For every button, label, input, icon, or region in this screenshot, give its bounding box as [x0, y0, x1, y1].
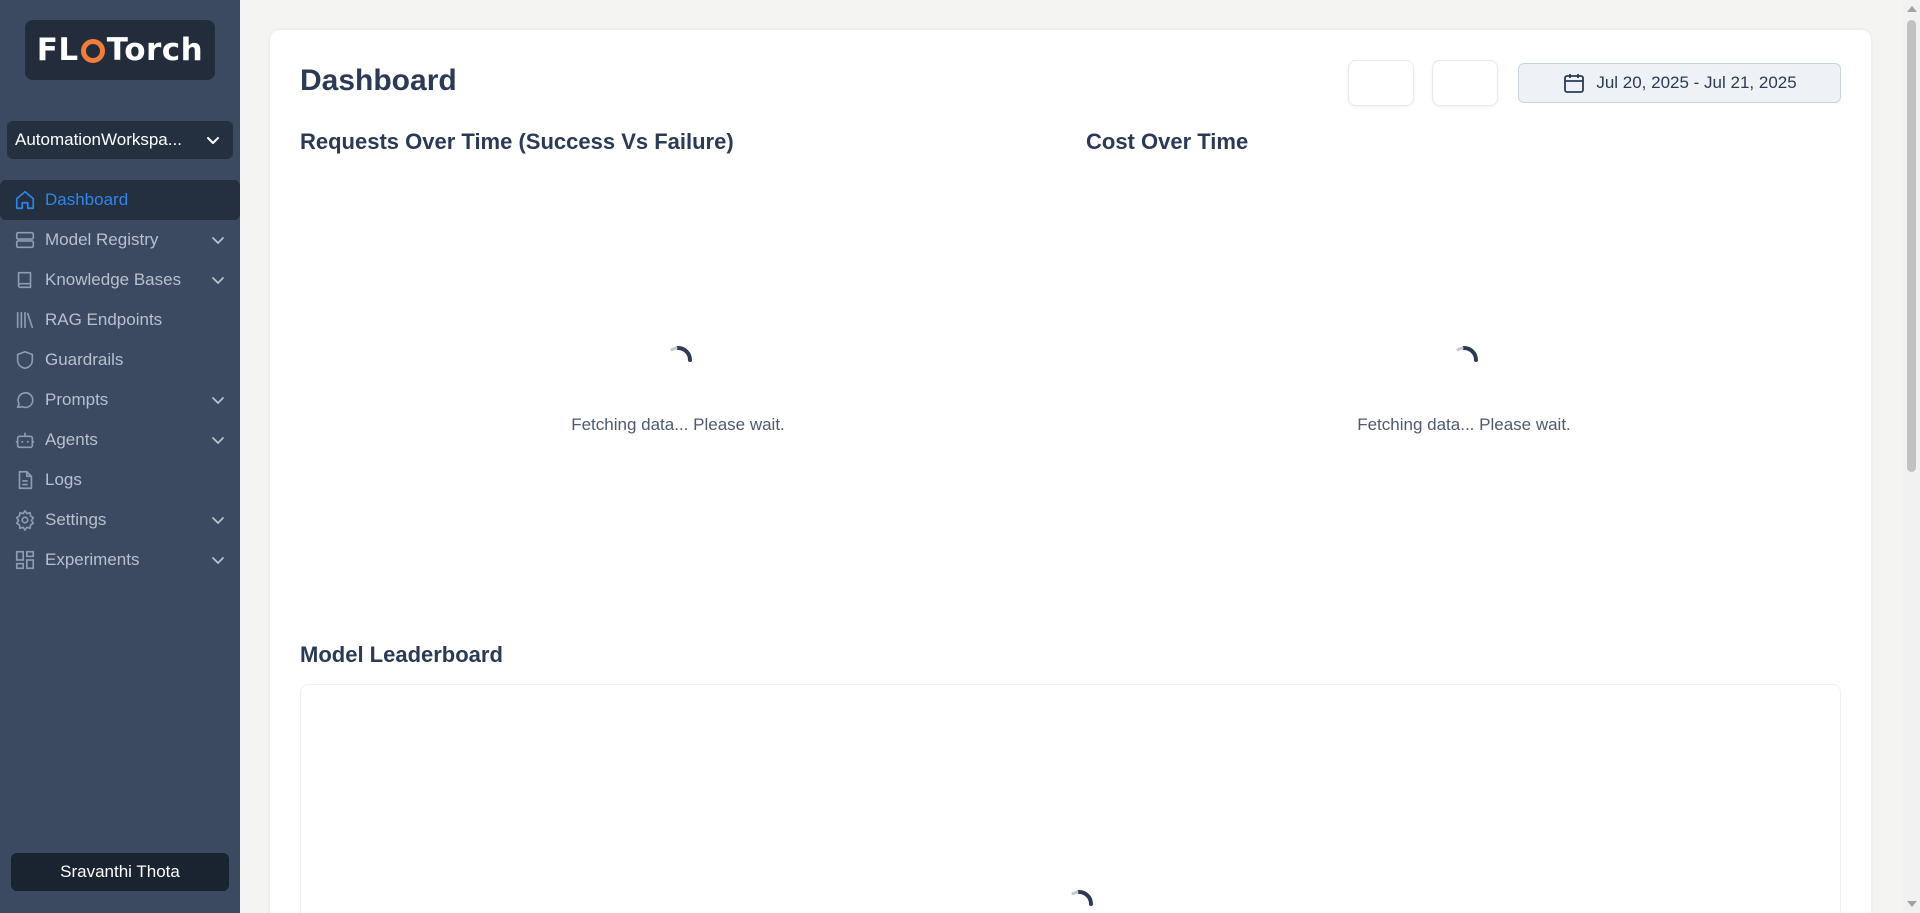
user-menu-button[interactable]: Sravanthi Thota — [11, 853, 229, 891]
requests-loading-text: Fetching data... Please wait. — [571, 415, 785, 434]
chevron-down-icon — [212, 437, 224, 444]
home-icon — [13, 188, 37, 212]
sidebar-item-rag-endpoints[interactable]: RAG Endpoints — [0, 300, 240, 340]
sidebar-item-experiments[interactable]: Experiments — [0, 540, 240, 580]
logo-text-left: FL — [36, 32, 79, 68]
sidebar-item-agents[interactable]: Agents — [0, 420, 240, 460]
sidebar-nav: Dashboard Model Registry Knowledge Bases… — [0, 180, 240, 580]
sidebar-item-label: Logs — [45, 470, 82, 489]
logo-ring-icon — [80, 39, 105, 63]
chevron-down-icon — [212, 277, 224, 284]
toolbar-button-1[interactable] — [1348, 60, 1414, 106]
leaderboard-panel — [300, 684, 1841, 913]
scroll-down-arrow-icon[interactable] — [1907, 901, 1917, 907]
toolbar-button-2[interactable] — [1432, 60, 1498, 106]
sidebar-item-label: Settings — [45, 510, 107, 529]
sidebar-item-dashboard[interactable]: Dashboard — [0, 180, 240, 220]
scrollbar-thumb[interactable] — [1907, 20, 1916, 472]
loading-spinner-icon — [1071, 890, 1093, 906]
sidebar-item-label: Prompts — [45, 390, 109, 409]
file-icon — [13, 468, 37, 492]
page-title: Dashboard — [300, 64, 457, 97]
library-icon — [13, 308, 37, 332]
sidebar-item-settings[interactable]: Settings — [0, 500, 240, 540]
sidebar-item-label: Model Registry — [45, 230, 159, 249]
date-range-picker[interactable]: Jul 20, 2025 - Jul 21, 2025 — [1518, 63, 1841, 103]
sidebar-item-prompts[interactable]: Prompts — [0, 380, 240, 420]
sidebar-item-label: Agents — [45, 430, 98, 449]
shield-icon — [13, 348, 37, 372]
sidebar: FL Torch AutomationWorkspa... Dashboard … — [0, 0, 240, 913]
sidebar-item-guardrails[interactable]: Guardrails — [0, 340, 240, 380]
gear-icon — [13, 508, 37, 532]
sidebar-item-logs[interactable]: Logs — [0, 460, 240, 500]
bot-icon — [13, 428, 37, 452]
sidebar-item-label: Guardrails — [45, 350, 124, 369]
workspace-selector[interactable]: AutomationWorkspa... — [7, 121, 233, 159]
user-name: Sravanthi Thota — [60, 862, 180, 881]
date-range-label: Jul 20, 2025 - Jul 21, 2025 — [1596, 73, 1797, 92]
sidebar-item-model-registry[interactable]: Model Registry — [0, 220, 240, 260]
scroll-up-arrow-icon[interactable] — [1907, 6, 1917, 12]
chevron-down-icon — [212, 237, 224, 244]
sidebar-item-label: Knowledge Bases — [45, 270, 182, 289]
workspace-label: AutomationWorkspa... — [15, 130, 182, 149]
logo-text-right: Torch — [106, 32, 204, 68]
flotorch-logo[interactable]: FL Torch — [25, 20, 215, 80]
cost-loading-text: Fetching data... Please wait. — [1357, 415, 1571, 434]
book-icon — [13, 268, 37, 292]
chevron-down-icon — [212, 557, 224, 564]
server-icon — [13, 228, 37, 252]
sidebar-item-label: RAG Endpoints — [45, 310, 163, 329]
loading-spinner-icon — [1456, 346, 1478, 362]
message-icon — [13, 388, 37, 412]
cost-chart-title: Cost Over Time — [1086, 129, 1249, 154]
dashboard-grid-icon — [13, 548, 37, 572]
calendar-icon — [1564, 74, 1585, 93]
sidebar-item-knowledge-bases[interactable]: Knowledge Bases — [0, 260, 240, 300]
chevron-down-icon — [207, 137, 219, 144]
chevron-down-icon — [212, 517, 224, 524]
chevron-down-icon — [212, 397, 224, 404]
loading-spinner-icon — [670, 346, 692, 362]
requests-chart-title: Requests Over Time (Success Vs Failure) — [300, 129, 734, 154]
sidebar-item-label: Dashboard — [45, 190, 129, 209]
page-scrollbar[interactable] — [1903, 0, 1920, 913]
leaderboard-title: Model Leaderboard — [300, 642, 503, 667]
sidebar-item-label: Experiments — [45, 550, 140, 569]
